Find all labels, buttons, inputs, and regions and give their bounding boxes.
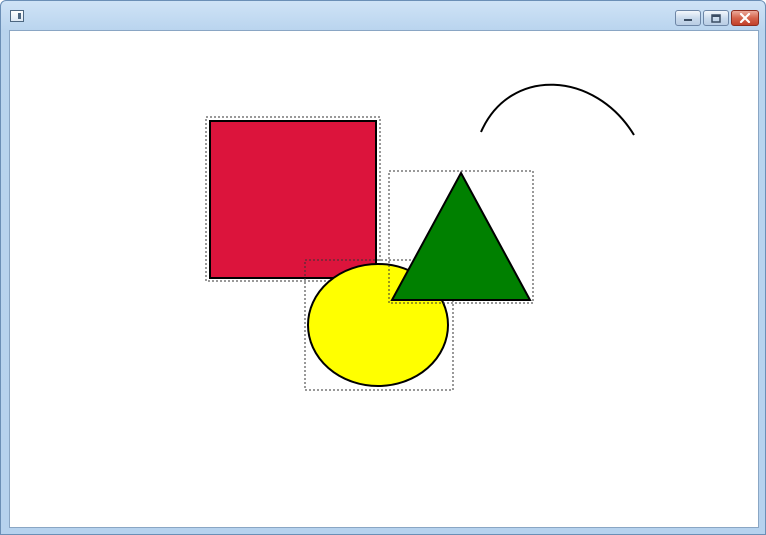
close-icon (739, 13, 751, 23)
maximize-button[interactable] (703, 10, 729, 26)
maximize-icon (711, 13, 721, 23)
triangle-shape[interactable] (390, 170, 532, 301)
drawing-canvas[interactable] (10, 31, 758, 527)
rectangle-shape[interactable] (209, 120, 377, 279)
close-button[interactable] (731, 10, 759, 26)
minimize-icon (684, 19, 692, 21)
minimize-button[interactable] (675, 10, 701, 26)
title-bar[interactable] (1, 1, 765, 30)
caption-buttons (675, 10, 759, 26)
drawing-canvas-area[interactable] (9, 30, 759, 528)
arc-shape[interactable] (480, 83, 635, 136)
app-window (0, 0, 766, 535)
window-app-icon[interactable] (10, 10, 24, 22)
